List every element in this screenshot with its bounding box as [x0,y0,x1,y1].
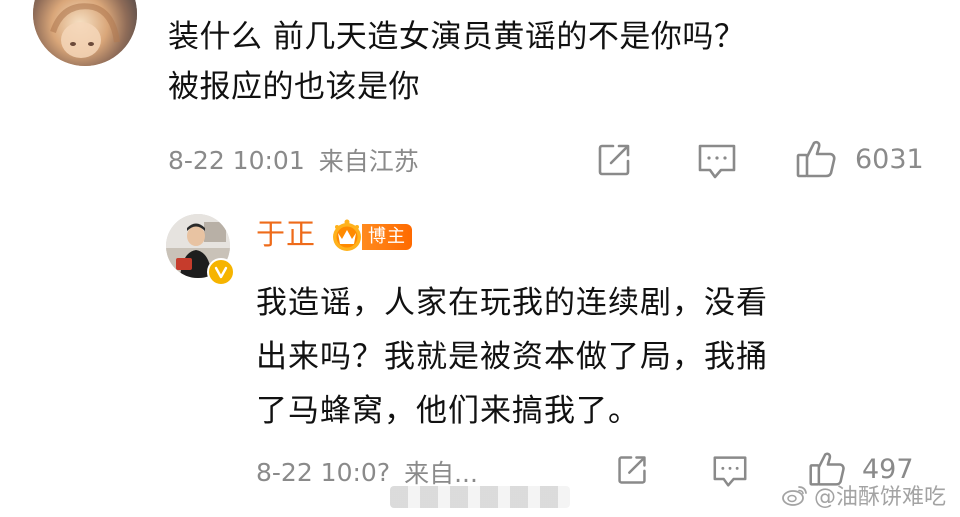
like-count: 6031 [855,143,924,175]
reply-line: 出来吗？我就是被资本做了局，我捅 [256,339,768,375]
verified-badge-icon [207,258,235,286]
reply-location: 来自... [404,459,478,488]
reply-body: 我造谣，人家在玩我的连续剧，没看 出来吗？我就是被资本做了局，我捅 了马蜂窝，他… [256,276,916,438]
share-icon [618,456,646,484]
comment-icon [713,456,747,487]
comment-timestamp: 8-22 10:01 [168,145,305,175]
blogger-badge: 博主 [362,224,412,250]
reply-comment-button[interactable] [712,454,748,488]
watermark: @油酥饼难吃 [782,479,946,511]
reply-line: 我造谣，人家在玩我的连续剧，没看 [256,285,768,321]
like-button[interactable]: 6031 [795,138,924,180]
reply-line: 了马蜂窝，他们来搞我了。 [256,393,640,429]
comment-body: 装什么 前几天造女演员黄谣的不是你吗？ 被报应的也该是你 [168,12,928,112]
share-icon [598,144,630,176]
watermark-strip [390,486,570,508]
weibo-comment-page: 装什么 前几天造女演员黄谣的不是你吗？ 被报应的也该是你 8-22 10:01 … [0,0,960,517]
comment-location: 来自江苏 [318,147,419,176]
crown-icon [333,219,361,251]
comment-line: 装什么 前几天造女演员黄谣的不是你吗？ [168,19,746,55]
repost-button[interactable] [596,142,632,178]
weibo-logo-icon [782,486,807,506]
thumbs-up-icon [796,140,836,178]
comment-line: 被报应的也该是你 [168,69,420,105]
reply-repost-button[interactable] [616,454,648,486]
comment-button[interactable] [697,142,737,180]
commenter-avatar[interactable] [33,0,137,66]
comment-meta: 8-22 10:01 来自江苏 [168,138,419,182]
watermark-text: @油酥饼难吃 [813,485,946,510]
reply-author-name[interactable]: 于正 [256,214,316,254]
reply-timestamp: 8-22 10:0? [256,457,391,487]
comment-icon [698,144,736,179]
